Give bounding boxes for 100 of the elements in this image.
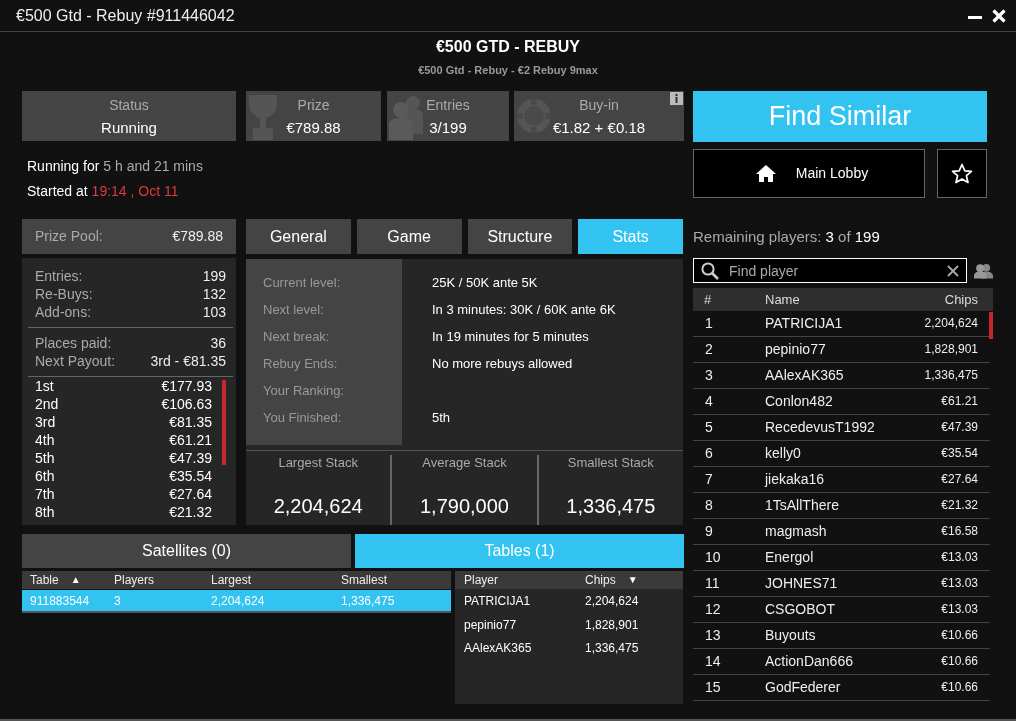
start-time-text: Started at 19:14 , Oct 11 bbox=[27, 182, 179, 201]
rank-cell: 11 bbox=[705, 575, 720, 591]
tile-value: Running bbox=[101, 119, 157, 137]
stat-label: Next level: bbox=[263, 301, 324, 319]
tile-value: €789.88 bbox=[286, 119, 341, 137]
stat-label: Next break: bbox=[263, 328, 330, 346]
player-row[interactable]: 9 magmash €16.58 bbox=[693, 519, 990, 545]
rank-cell: 8 bbox=[705, 497, 713, 513]
rank-cell: 7 bbox=[705, 471, 713, 487]
rank-cell: 2 bbox=[705, 341, 713, 357]
player-row[interactable]: 15 GodFederer €10.66 bbox=[693, 675, 990, 701]
player-name-cell: pepinio77 bbox=[464, 617, 517, 632]
scrollbar-thumb[interactable] bbox=[989, 312, 993, 339]
trophy-icon bbox=[248, 92, 278, 140]
remaining-players-text: Remaining players: 3 of 199 bbox=[693, 228, 880, 246]
stat-value: In 19 minutes for 5 minutes bbox=[432, 328, 589, 346]
player-name-cell: JOHNES71 bbox=[765, 575, 838, 591]
stat-value: No more rebuys allowed bbox=[432, 355, 573, 373]
player-row[interactable]: 4 Conlon482 €61.21 bbox=[693, 389, 990, 415]
sort-arrow-icon: ▼ bbox=[627, 571, 638, 589]
column-header[interactable]: Largest bbox=[211, 571, 252, 589]
column-header[interactable]: Chips bbox=[944, 292, 978, 307]
chips-cell-text: 1,336,475 bbox=[585, 640, 639, 657]
player-row[interactable]: 2 pepinio77 1,828,901 bbox=[693, 337, 990, 363]
people-icon[interactable] bbox=[974, 262, 993, 279]
chips-cell-text: 1,828,901 bbox=[924, 341, 978, 358]
favorite-button[interactable] bbox=[937, 149, 987, 198]
summary-value: 132 bbox=[202, 285, 226, 303]
payout-amount: €21.32 bbox=[169, 503, 212, 521]
tab[interactable]: Game bbox=[356, 219, 462, 254]
player-row[interactable]: 14 ActionDan666 €10.66 bbox=[693, 649, 990, 675]
summary-label: Entries: bbox=[35, 267, 83, 285]
summary-value: 103 bbox=[202, 303, 226, 321]
chips-cell-text: €13.03 bbox=[941, 601, 978, 618]
home-icon bbox=[755, 165, 776, 182]
rank-cell: 12 bbox=[705, 601, 721, 617]
rank-cell: 4 bbox=[705, 393, 713, 409]
player-row[interactable]: 3 AAlexAK365 1,336,475 bbox=[693, 363, 990, 389]
player-row[interactable]: 8 1TsAllThere €21.32 bbox=[693, 493, 990, 519]
column-header[interactable]: Players bbox=[114, 571, 154, 589]
tile-value: 3/199 bbox=[429, 119, 467, 137]
column-header[interactable]: # bbox=[704, 292, 712, 307]
chips-cell-text: €27.64 bbox=[941, 471, 978, 488]
player-name-cell: pepinio77 bbox=[765, 341, 826, 357]
scrollbar-thumb[interactable] bbox=[222, 380, 226, 465]
tab[interactable]: General bbox=[246, 219, 351, 254]
chips-cell-text: €47.39 bbox=[941, 419, 978, 436]
table-cell: 911883544 bbox=[30, 594, 90, 608]
stat-value: 25K / 50K ante 5K bbox=[432, 274, 538, 292]
column-header[interactable]: Player bbox=[464, 571, 498, 589]
tab[interactable]: Structure bbox=[467, 219, 573, 254]
stat-label: Current level: bbox=[263, 274, 341, 292]
player-row[interactable]: 5 RecedevusT1992 €47.39 bbox=[693, 415, 990, 441]
payout-place: 6th bbox=[35, 467, 55, 485]
player-name-cell: jiekaka16 bbox=[765, 471, 825, 487]
player-name-cell: 1TsAllThere bbox=[765, 497, 839, 513]
tile-label: Prize bbox=[297, 96, 330, 114]
search-field[interactable]: Find player bbox=[693, 258, 967, 283]
column-header[interactable]: Chips bbox=[585, 571, 616, 589]
tile-label: Status bbox=[109, 96, 149, 114]
close-icon[interactable] bbox=[992, 8, 1006, 23]
sort-arrow-icon: ▲ bbox=[70, 571, 81, 589]
rank-cell: 6 bbox=[705, 445, 713, 461]
payout-place: 7th bbox=[35, 485, 55, 503]
player-row[interactable]: 13 Buyouts €10.66 bbox=[693, 623, 990, 649]
payout-amount: €47.39 bbox=[169, 449, 212, 467]
payout-place: 3rd bbox=[35, 413, 56, 431]
column-header[interactable]: Name bbox=[765, 292, 800, 307]
chips-cell-text: 1,828,901 bbox=[585, 616, 639, 634]
clear-icon[interactable] bbox=[947, 265, 959, 277]
chips-cell-text: 1,336,475 bbox=[924, 367, 978, 384]
chips-cell-text: 2,204,624 bbox=[924, 315, 978, 332]
stat-value: 5th bbox=[432, 409, 451, 427]
column-header[interactable]: Table bbox=[30, 571, 59, 589]
player-row[interactable]: 12 CSGOBOT €13.03 bbox=[693, 597, 990, 623]
player-row[interactable]: 11 JOHNES71 €13.03 bbox=[693, 571, 990, 597]
payout-amount: €27.64 bbox=[169, 485, 212, 503]
rank-cell: 5 bbox=[705, 419, 713, 435]
tournament-title: €500 GTD - REBUY bbox=[435, 37, 580, 57]
summary-label: Re-Buys: bbox=[35, 285, 93, 303]
column-header[interactable]: Smallest bbox=[341, 571, 387, 589]
rank-cell: 9 bbox=[705, 523, 713, 539]
summary-label: Next Payout: bbox=[35, 352, 116, 370]
tab[interactable]: Satellites (0) bbox=[22, 534, 351, 568]
payout-place: 4th bbox=[35, 431, 55, 449]
stat-label: Your Ranking: bbox=[263, 382, 345, 400]
window-title: €500 Gtd - Rebuy #911446042 bbox=[16, 5, 235, 26]
summary-value: 36 bbox=[210, 334, 226, 352]
player-row[interactable]: 7 jiekaka16 €27.64 bbox=[693, 467, 990, 493]
payout-place: 5th bbox=[35, 449, 55, 467]
player-name-cell: Buyouts bbox=[765, 627, 816, 643]
info-icon[interactable] bbox=[670, 92, 683, 105]
payout-amount: €81.35 bbox=[169, 413, 212, 431]
player-row[interactable]: 6 kelly0 €35.54 bbox=[693, 441, 990, 467]
table-cell: 3 bbox=[114, 594, 121, 608]
rank-cell: 14 bbox=[705, 653, 721, 669]
stack-value: 2,204,624 bbox=[273, 494, 363, 518]
main-lobby-button[interactable]: Main Lobby bbox=[693, 149, 925, 198]
stat-value: In 3 minutes: 30K / 60K ante 6K bbox=[432, 301, 616, 319]
player-row[interactable]: 10 Energol €13.03 bbox=[693, 545, 990, 571]
